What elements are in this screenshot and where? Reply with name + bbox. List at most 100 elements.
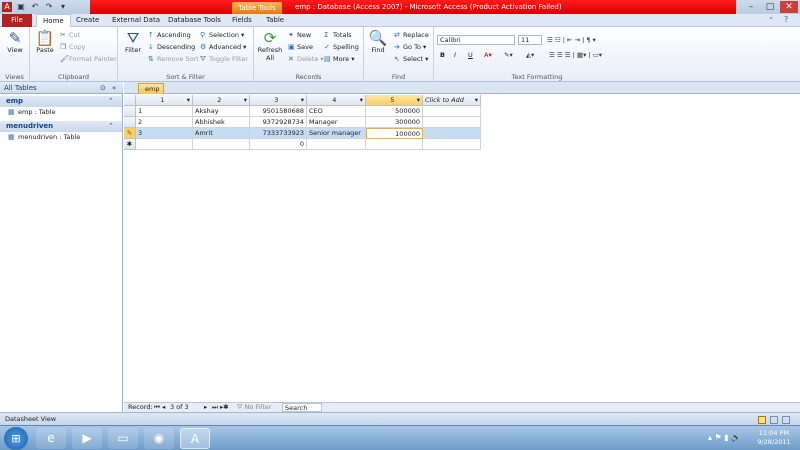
customize-qat-icon[interactable]: ▾ [58,2,68,12]
explorer-icon[interactable]: ▭ [108,428,138,449]
pencil-icon[interactable]: ✎ [124,128,136,139]
doc-tab-emp[interactable]: emp [138,83,164,94]
descending-button[interactable]: ↓ Descending [148,42,195,53]
start-button-icon[interactable]: ⊞ [4,427,28,450]
column-header-4[interactable]: 4 ▾ [307,95,366,106]
paste-button[interactable]: 📋 Paste [34,30,56,54]
refresh-all-button[interactable]: ⟳ Refresh All [257,30,283,62]
column-dropdown-icon[interactable]: ▾ [360,95,363,105]
cut-button[interactable]: ✂ Cut [60,30,80,41]
select-all-corner[interactable] [124,95,136,106]
nav-group-emp[interactable]: emp ⌃ [0,96,122,107]
help-icon[interactable]: ? [784,15,788,24]
column-header-3[interactable]: 3 ▾ [250,95,307,106]
advanced-button[interactable]: ⚙ Advanced ▾ [200,42,246,53]
table-cell[interactable] [423,106,481,117]
column-dropdown-icon[interactable]: ▾ [417,95,420,105]
replace-button[interactable]: ⇄ Replace [394,30,429,41]
table-cell[interactable]: Senior manager [307,128,366,139]
close-icon[interactable]: ✕ [780,1,798,13]
table-cell[interactable] [307,139,366,150]
table-cell[interactable] [136,139,193,150]
goto-button[interactable]: ➔ Go To ▾ [394,42,426,53]
save-icon[interactable]: ▣ [16,2,26,12]
italic-button[interactable]: I [454,50,456,61]
column-dropdown-icon[interactable]: ▾ [187,95,190,105]
table-cell[interactable]: 500000 [366,106,423,117]
record-position[interactable]: 3 of 3 [170,403,189,412]
maximize-icon[interactable]: □ [761,1,779,13]
table-cell[interactable]: 0 [250,139,307,150]
table-cell[interactable]: 2 [136,117,193,128]
table-cell[interactable]: CEO [307,106,366,117]
new-record-icon[interactable]: ✱ [124,139,136,150]
column-dropdown-icon[interactable]: ▾ [244,95,247,105]
access-taskbar-icon[interactable]: A [180,428,210,449]
toggle-filter-button[interactable]: ⛛ Toggle Filter [200,54,248,65]
table-cell[interactable] [423,117,481,128]
format-painter-button[interactable]: 🖌Format Painter [60,54,117,65]
spelling-button[interactable]: ✓ Spelling [324,42,359,53]
nav-pane-header[interactable]: All Tables ⊙ « [0,82,123,94]
remove-sort-button[interactable]: ⇅ Remove Sort [148,54,199,65]
table-cell[interactable]: 300000 [366,117,423,128]
undo-icon[interactable]: ↶ [30,2,40,12]
table-cell[interactable] [423,128,481,139]
pivot-view-icon[interactable] [770,416,778,424]
fill-color-icon[interactable]: ◭▾ [526,50,534,61]
new-record-nav-icon[interactable]: ▸✱ [220,403,229,412]
list-icons[interactable]: ☰ ☷ | ⇤ ⇥ | ¶ ▾ [547,35,596,46]
table-cell[interactable] [193,139,250,150]
underline-button[interactable]: U [468,50,473,61]
ascending-button[interactable]: ↑ Ascending [148,30,191,41]
search-input[interactable]: Search [282,403,322,412]
active-cell[interactable]: 100000 [366,128,423,139]
prev-record-icon[interactable]: ◂ [162,403,165,412]
table-cell[interactable]: 1 [136,106,193,117]
table-cell[interactable]: 9501580688 [250,106,307,117]
new-record-button[interactable]: ✦ New [288,30,311,41]
next-record-icon[interactable]: ▸ [204,403,207,412]
last-record-icon[interactable]: ⏭ [212,403,218,412]
minimize-icon[interactable]: – [742,1,760,13]
tab-table[interactable]: Table [260,14,290,27]
column-dropdown-icon[interactable]: ▾ [301,95,304,105]
shutter-bar-icon[interactable]: « [112,82,116,94]
nav-group-menudriven[interactable]: menudriven ⌃ [0,121,122,132]
table-cell[interactable] [366,139,423,150]
table-cell[interactable]: Abhishek [193,117,250,128]
record-selector[interactable] [124,106,136,117]
tab-fields[interactable]: Fields [226,14,258,27]
tab-home[interactable]: Home [36,14,71,27]
table-cell[interactable] [423,139,481,150]
save-record-button[interactable]: ▣ Save [288,42,313,53]
table-cell[interactable]: 3 [136,128,193,139]
find-button[interactable]: 🔍 Find [367,30,389,54]
access-logo-icon[interactable]: A [2,2,12,12]
table-cell[interactable]: Amrit [193,128,250,139]
tab-create[interactable]: Create [70,14,105,27]
tab-file[interactable]: File [2,14,32,27]
record-selector[interactable] [124,117,136,128]
totals-button[interactable]: Σ Totals [324,30,352,41]
font-size-select[interactable]: 11 [518,35,542,45]
table-cell[interactable]: 7333733923 [250,128,307,139]
font-name-select[interactable]: Calibri [437,35,515,45]
column-header-1[interactable]: 1 ▾ [136,95,193,106]
nav-item-menudriven-table[interactable]: ▦ menudriven : Table [8,132,80,143]
ie-icon[interactable]: e [36,428,66,449]
table-cell[interactable]: 9372928734 [250,117,307,128]
highlight-icon[interactable]: ✎▾ [504,50,513,61]
click-to-add-header[interactable]: Click to Add ▾ [423,95,481,106]
table-cell[interactable]: Akshay [193,106,250,117]
tab-external-data[interactable]: External Data [106,14,166,27]
select-button[interactable]: ↖ Select ▾ [394,54,428,65]
collapse-icon[interactable]: ⌃ [108,96,114,107]
copy-button[interactable]: ❐ Copy [60,42,86,53]
view-button[interactable]: ✎ View [4,30,26,54]
media-player-icon[interactable]: ▶ [72,428,102,449]
column-header-5[interactable]: 5 ▾ [366,95,423,106]
chrome-icon[interactable]: ◉ [144,428,174,449]
tray-icons[interactable]: ▴ ⚑ ▮ 🔊 [708,433,741,442]
filter-status[interactable]: ⛛ No Filter [237,403,272,412]
